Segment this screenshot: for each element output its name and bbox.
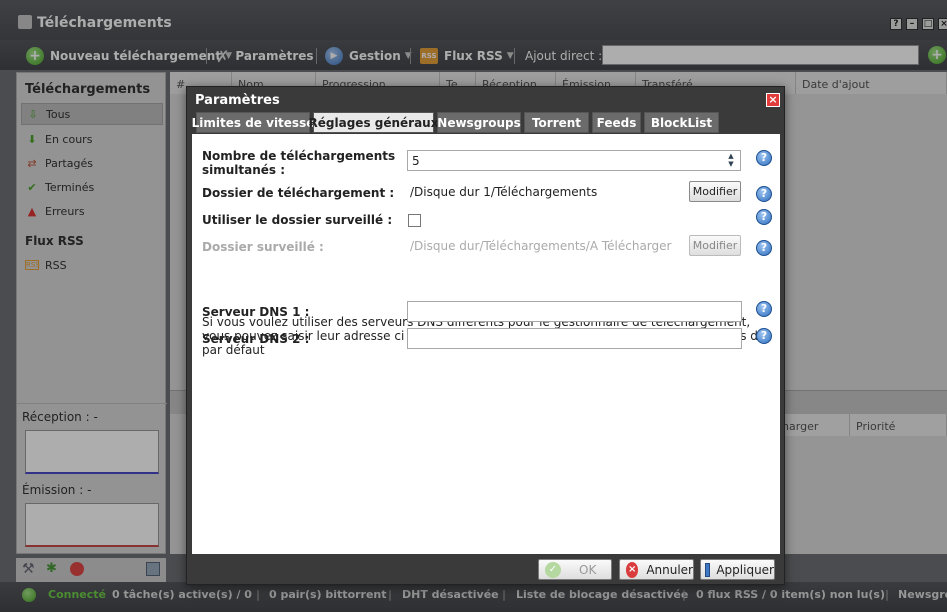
dialog-title: Paramètres <box>195 93 280 108</box>
watch-folder-checkbox[interactable] <box>408 214 421 227</box>
general-settings-panel: Nombre de téléchargements simultanés : 5… <box>192 134 780 554</box>
help-icon[interactable]: ? <box>756 186 772 202</box>
ok-button[interactable]: ✓ OK <box>538 559 612 580</box>
tab-feeds[interactable]: Feeds <box>592 112 641 133</box>
download-folder-label: Dossier de téléchargement : <box>202 186 395 200</box>
simultaneous-downloads-value: 5 <box>412 154 420 168</box>
apply-button[interactable]: Appliquer <box>700 559 775 580</box>
spinner-arrows-icon[interactable]: ▲ ▼ <box>724 152 738 169</box>
simultaneous-downloads-stepper[interactable]: 5 ▲ ▼ <box>407 150 741 171</box>
close-icon[interactable]: × <box>766 93 780 107</box>
cancel-icon: × <box>626 561 639 578</box>
watched-folder-label: Dossier surveillé : <box>202 240 324 254</box>
dns2-label: Serveur DNS 2 : <box>202 332 310 346</box>
dialog-footer: ✓ OK × Annuler Appliquer <box>192 554 780 582</box>
help-icon[interactable]: ? <box>756 240 772 256</box>
help-icon[interactable]: ? <box>756 209 772 225</box>
tab-speed-limits[interactable]: Limites de vitesse <box>192 112 314 133</box>
tab-blocklist[interactable]: BlockList <box>644 112 719 133</box>
help-icon[interactable]: ? <box>756 328 772 344</box>
watched-folder-value: /Disque dur/Téléchargements/A Télécharge… <box>410 239 672 253</box>
tab-torrent[interactable]: Torrent <box>524 112 589 133</box>
dns1-label: Serveur DNS 1 : <box>202 305 310 319</box>
help-icon[interactable]: ? <box>756 150 772 166</box>
cancel-label: Annuler <box>646 562 693 577</box>
settings-dialog: Paramètres × Limites de vitesse Réglages… <box>186 86 785 585</box>
dns2-input[interactable] <box>407 328 742 349</box>
dns1-input[interactable] <box>407 301 742 322</box>
watch-folder-label: Utiliser le dossier surveillé : <box>202 213 393 227</box>
simultaneous-downloads-label: Nombre de téléchargements simultanés : <box>202 149 396 177</box>
help-icon[interactable]: ? <box>756 301 772 317</box>
tab-general-settings[interactable]: Réglages généraux <box>309 112 438 133</box>
cancel-button[interactable]: × Annuler <box>619 559 694 580</box>
tab-newsgroups[interactable]: Newsgroups <box>437 112 521 133</box>
download-folder-value: /Disque dur 1/Téléchargements <box>410 185 598 199</box>
check-icon: ✓ <box>545 561 561 578</box>
modify-watched-folder-button[interactable]: Modifier <box>689 235 741 256</box>
modify-folder-button[interactable]: Modifier <box>689 181 741 202</box>
ok-label: OK <box>579 562 597 577</box>
apply-label: Appliquer <box>716 562 774 577</box>
save-icon <box>705 562 711 577</box>
